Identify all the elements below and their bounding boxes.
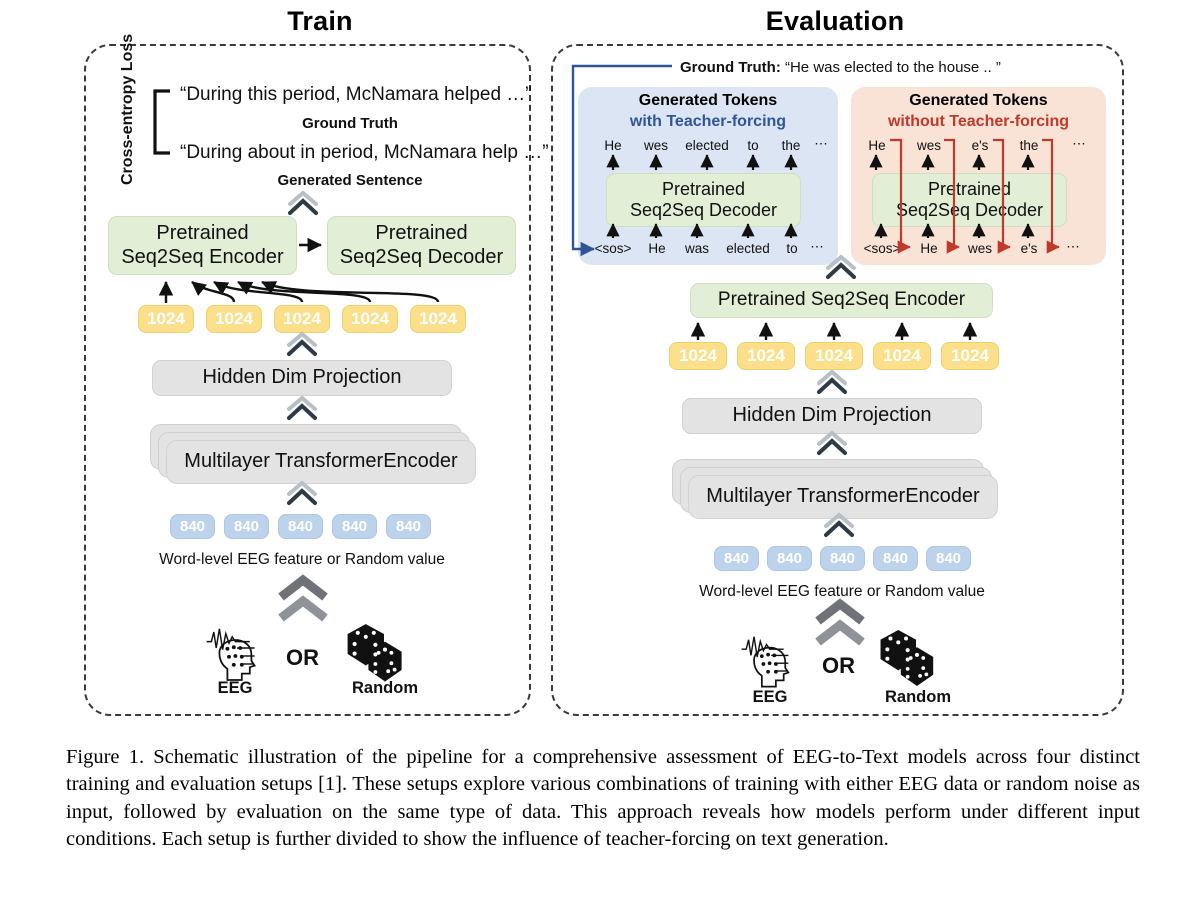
ntf-heading: Generated Tokens xyxy=(909,92,1048,109)
tf-input-token: elected xyxy=(726,241,770,256)
ntf-input-token: <sos> xyxy=(863,241,901,256)
train-input-caption: Word-level EEG feature or Random value xyxy=(159,551,445,568)
ntf-seq2seq-decoder: Pretrained Seq2Seq Decoder xyxy=(872,173,1067,227)
evaluation-token-840: 840 xyxy=(714,546,759,571)
evaluation-random-label: Random xyxy=(885,688,951,706)
evaluation-token-840: 840 xyxy=(767,546,812,571)
tf-output-token: the xyxy=(781,138,801,153)
train-token-1024: 1024 xyxy=(138,305,194,333)
ground-truth-text: “He was elected to the house .. ” xyxy=(784,59,1001,76)
tf-subheading: with Teacher-forcing xyxy=(629,113,787,130)
tf-output-token: elected xyxy=(685,138,729,153)
ntf-subheading: without Teacher-forcing xyxy=(887,113,1070,130)
figure-root: Train Evaluation Cross-entropy Loss “Dur… xyxy=(0,0,1194,908)
tf-output-ellipsis: ⋯ xyxy=(814,136,828,151)
train-token-840: 840 xyxy=(224,514,269,539)
ntf-decoder-line1: Pretrained xyxy=(927,178,1012,199)
train-hidden-dim-projection: Hidden Dim Projection xyxy=(152,360,452,396)
ntf-decoder-line2: Seq2Seq Decoder xyxy=(895,200,1044,220)
ntf-input-ellipsis: ⋯ xyxy=(1066,239,1080,254)
evaluation-token-1024: 1024 xyxy=(805,342,863,370)
train-decoder-line2: Seq2Seq Decoder xyxy=(339,245,504,268)
ground-truth-prefix: Ground Truth: xyxy=(680,59,781,76)
train-token-840: 840 xyxy=(170,514,215,539)
evaluation-hidden-dim-projection: Hidden Dim Projection xyxy=(682,398,982,434)
tf-seq2seq-decoder: Pretrained Seq2Seq Decoder xyxy=(606,173,801,227)
tf-output-token: to xyxy=(747,138,759,153)
train-token-1024: 1024 xyxy=(342,305,398,333)
train-token-1024: 1024 xyxy=(274,305,330,333)
tf-input-token: was xyxy=(684,241,709,256)
ntf-output-token: e's xyxy=(971,138,989,153)
tf-input-token: <sos> xyxy=(594,241,632,256)
tf-input-ellipsis: ⋯ xyxy=(810,239,824,254)
train-decoder-line1: Pretrained xyxy=(375,221,468,244)
evaluation-input-caption: Word-level EEG feature or Random value xyxy=(699,583,985,600)
evaluation-token-1024: 1024 xyxy=(737,342,795,370)
train-token-1024: 1024 xyxy=(410,305,466,333)
cross-entropy-loss-label: Cross-entropy Loss xyxy=(119,33,136,185)
train-token-1024: 1024 xyxy=(206,305,262,333)
tf-input-token: He xyxy=(648,241,666,256)
train-random-label: Random xyxy=(352,679,418,697)
evaluation-panel-title: Evaluation xyxy=(765,6,905,36)
train-seq2seq-encoder: Pretrained Seq2Seq Encoder xyxy=(108,216,297,275)
evaluation-seq2seq-encoder: Pretrained Seq2Seq Encoder xyxy=(690,283,993,318)
train-eeg-label: EEG xyxy=(217,679,253,697)
ntf-output-token: He xyxy=(868,138,886,153)
train-generated-sentence: “During about in period, McNamara help …… xyxy=(180,142,549,163)
train-ground-truth-caption: Ground Truth xyxy=(302,115,398,132)
evaluation-token-1024: 1024 xyxy=(941,342,999,370)
evaluation-or-label: OR xyxy=(822,653,855,678)
train-multilayer-transformer-encoder: Multilayer TransformerEncoder xyxy=(166,440,476,484)
ntf-input-token: He xyxy=(920,241,938,256)
train-ground-truth-sentence: “During this period, McNamara helped …” xyxy=(180,84,532,105)
train-token-840: 840 xyxy=(278,514,323,539)
train-seq2seq-decoder: Pretrained Seq2Seq Decoder xyxy=(327,216,516,275)
evaluation-token-840: 840 xyxy=(873,546,918,571)
train-token-840: 840 xyxy=(386,514,431,539)
tf-decoder-line2: Seq2Seq Decoder xyxy=(629,200,778,220)
train-encoder-line1: Pretrained xyxy=(156,221,249,244)
evaluation-multilayer-transformer-encoder: Multilayer TransformerEncoder xyxy=(688,475,998,519)
ntf-output-token: the xyxy=(1019,138,1039,153)
ntf-output-ellipsis: ⋯ xyxy=(1072,136,1086,151)
evaluation-token-1024: 1024 xyxy=(873,342,931,370)
tf-input-token: to xyxy=(786,241,798,256)
ntf-input-token: e's xyxy=(1020,241,1038,256)
tf-heading: Generated Tokens xyxy=(638,92,778,109)
tf-output-token: wes xyxy=(643,138,668,153)
train-encoder-line2: Seq2Seq Encoder xyxy=(121,245,284,268)
train-or-label: OR xyxy=(286,645,319,670)
evaluation-token-1024: 1024 xyxy=(669,342,727,370)
ntf-output-token: wes xyxy=(916,138,941,153)
train-generated-caption: Generated Sentence xyxy=(277,172,423,189)
train-panel-title: Train xyxy=(287,6,353,36)
tf-decoder-line1: Pretrained xyxy=(661,178,746,199)
evaluation-ground-truth: Ground Truth: “He was elected to the hou… xyxy=(680,59,1001,76)
evaluation-token-840: 840 xyxy=(926,546,971,571)
figure-caption: Figure 1. Schematic illustration of the … xyxy=(66,746,1140,850)
ntf-input-token: wes xyxy=(967,241,992,256)
evaluation-eeg-label: EEG xyxy=(752,688,788,706)
evaluation-token-840: 840 xyxy=(820,546,865,571)
train-token-840: 840 xyxy=(332,514,377,539)
tf-output-token: He xyxy=(604,138,622,153)
